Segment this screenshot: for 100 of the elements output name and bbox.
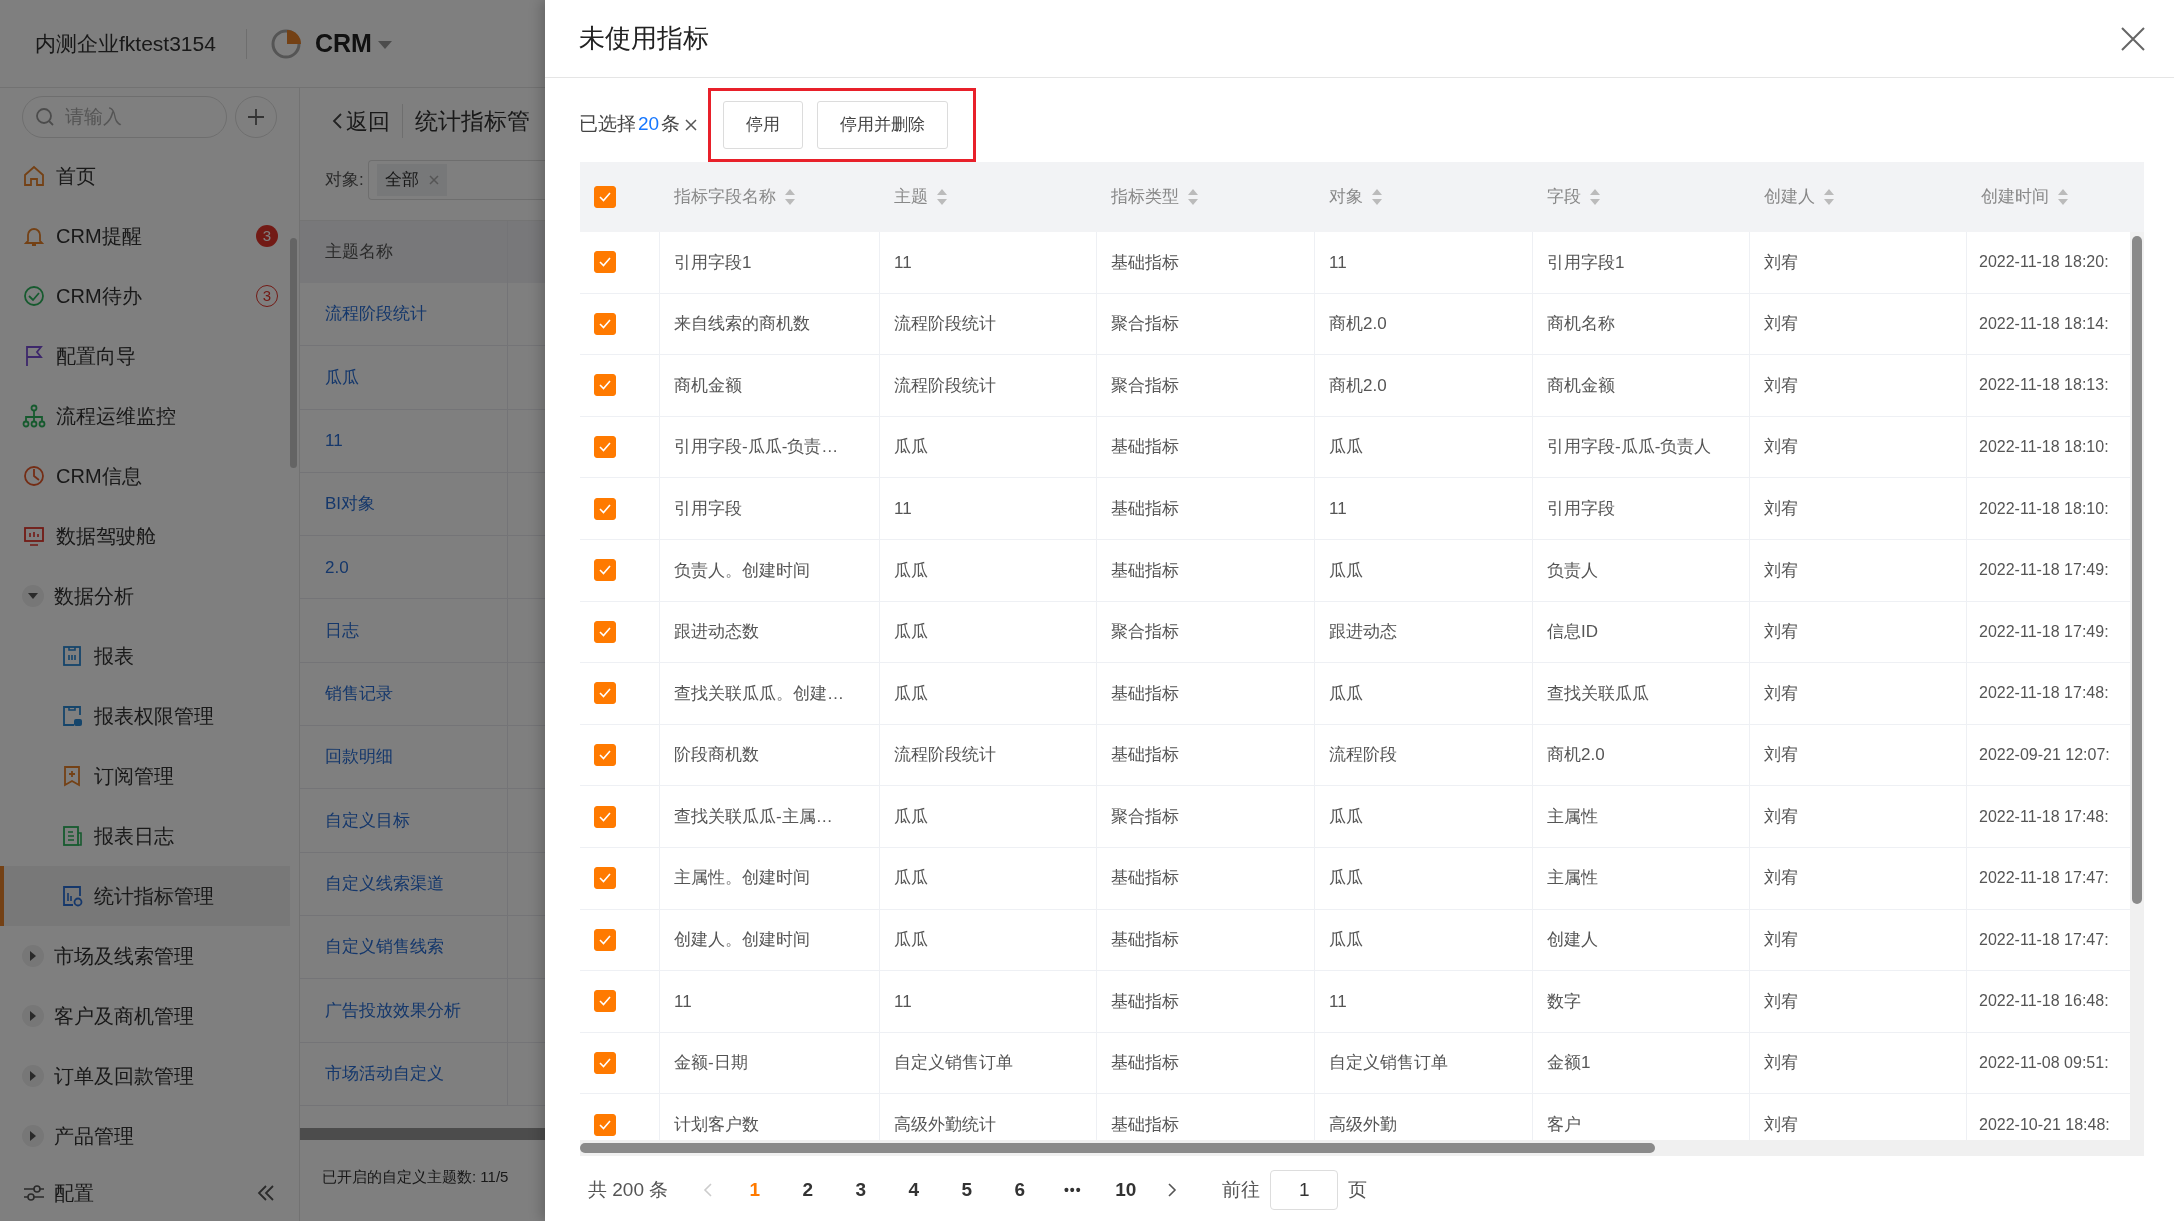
app-name[interactable]: CRM [314,24,372,63]
column-header[interactable]: 创建时间 [1981,184,2049,210]
column-header[interactable]: 主题 [894,184,928,210]
sidebar-item[interactable]: 配置向导 [0,326,290,386]
sort-icon[interactable] [1589,188,1601,206]
sidebar-item[interactable]: CRM待办 3 [0,266,290,326]
action-button[interactable]: 停用 [723,100,804,149]
sort-icon[interactable] [1187,188,1199,206]
topic-link[interactable]: 11 [300,409,508,472]
sidebar-item[interactable]: CRM提醒 3 [0,206,290,266]
column-header[interactable]: 对象 [1329,184,1363,210]
checkbox[interactable] [594,497,616,520]
column-header[interactable]: 创建人 [1764,184,1815,210]
scrollbar[interactable] [290,238,297,468]
table-cell-text: 2022-11-08 09:51: [1979,1053,2109,1073]
sidebar-item[interactable]: 数据驾驶舱 [0,506,290,566]
table-cell-text: 计划客户数 [674,1113,759,1136]
page-button[interactable]: 5 [940,1175,994,1205]
topic-link[interactable]: 销售记录 [300,662,508,726]
topic-link[interactable]: 流程阶段统计 [300,283,508,346]
close-button[interactable] [2120,25,2146,52]
back-button[interactable]: 返回 [330,104,390,138]
column-header: 主题名称 [300,221,508,283]
add-button[interactable] [235,96,277,138]
page-input[interactable]: 1 [1270,1170,1339,1210]
checkbox[interactable] [594,682,616,705]
page-button[interactable]: 10 [1099,1175,1153,1205]
item-label: 数据驾驶舱 [56,524,156,549]
table-cell-text: 聚合指标 [1111,374,1179,397]
sidebar-item[interactable]: 数据分析 [0,566,290,626]
checkbox[interactable] [594,186,616,208]
topic-link[interactable]: 广告投放效果分析 [300,979,508,1042]
topic-link[interactable]: BI对象 [300,472,508,536]
sidebar-item[interactable]: 订单及回款管理 [0,1046,290,1106]
topic-link[interactable]: 回款明细 [300,726,508,789]
sidebar-item[interactable]: 市场及线索管理 [0,926,290,986]
item-label: 流程运维监控 [56,404,176,429]
topic-link[interactable]: 日志 [300,599,508,662]
column-header[interactable]: 指标类型 [1111,184,1179,210]
sidebar-item[interactable]: 首页 [0,146,290,206]
check-icon [598,1056,612,1070]
topic-link[interactable]: 自定义线索渠道 [300,852,508,915]
sidebar-item[interactable]: 订阅管理 [0,746,290,806]
checkbox[interactable] [594,928,616,951]
column-header[interactable]: 字段 [1547,184,1581,210]
column-header[interactable]: 指标字段名称 [674,184,776,210]
item-label: 数据分析 [54,584,134,609]
page-button[interactable]: 4 [887,1175,941,1205]
table-cell-text: 引用字段-瓜瓜-负责… [674,436,839,459]
topic-link[interactable]: 瓜瓜 [300,346,508,409]
checkbox[interactable] [594,990,616,1013]
more-pages-button[interactable]: ••• [1046,1179,1100,1201]
table-cell-text: 客户 [1547,1113,1581,1136]
sort-icon[interactable] [1371,188,1383,206]
sidebar-item[interactable]: 统计指标管理 [0,866,290,926]
scrollbar[interactable] [300,1127,545,1140]
close-icon[interactable] [428,175,439,185]
sidebar-item[interactable]: 报表日志 [0,806,290,866]
checkbox[interactable] [594,744,616,767]
sort-icon[interactable] [2057,188,2069,206]
checkbox[interactable] [594,436,616,459]
checkbox[interactable] [594,867,616,890]
sort-icon[interactable] [784,188,796,206]
sidebar-item[interactable]: 流程运维监控 [0,386,290,446]
sidebar-item[interactable]: CRM信息 [0,446,290,506]
checkbox[interactable] [594,374,616,397]
scrollbar-thumb[interactable] [2132,236,2142,904]
topic-link[interactable]: 自定义销售线索 [300,915,508,979]
item-label: 订阅管理 [94,764,174,789]
page-button[interactable]: 2 [781,1175,835,1205]
checkbox[interactable] [594,559,616,582]
sidebar-item[interactable]: 客户及商机管理 [0,986,290,1046]
page-button[interactable]: 6 [993,1175,1047,1205]
checkbox[interactable] [594,312,616,335]
topic-link[interactable]: 2.0 [300,536,508,599]
topic-link[interactable]: 自定义目标 [300,789,508,852]
clear-icon[interactable] [684,117,699,132]
checkbox[interactable] [594,1052,616,1074]
sort-icon[interactable] [936,188,948,206]
action-button[interactable]: 停用并删除 [817,100,949,149]
page-button[interactable]: 3 [834,1175,888,1205]
checkbox[interactable] [594,251,616,274]
table-cell-text: 创建人。创建时间 [674,929,810,952]
sidebar-item[interactable]: 报表 [0,626,290,686]
report-gear-icon [60,884,84,908]
sidebar-item[interactable]: 报表权限管理 [0,686,290,746]
page-button[interactable]: 1 [728,1175,782,1205]
sort-icon[interactable] [1823,188,1835,206]
filter-select[interactable]: 全部 [367,160,545,200]
table-cell-text: 商机2.0 [1329,313,1387,336]
checkbox[interactable] [594,805,616,828]
checkbox[interactable] [594,1113,616,1136]
filter-tag[interactable]: 全部 [376,164,447,196]
checkbox[interactable] [594,620,616,643]
sidebar-item[interactable]: 产品管理 [0,1106,290,1166]
scrollbar-thumb[interactable] [580,1143,1655,1153]
item-label: 首页 [56,164,96,189]
table-cell-text: 瓜瓜 [1329,867,1363,890]
settings-label[interactable]: 配置 [54,1178,247,1208]
topic-link[interactable]: 市场活动自定义 [300,1042,508,1105]
